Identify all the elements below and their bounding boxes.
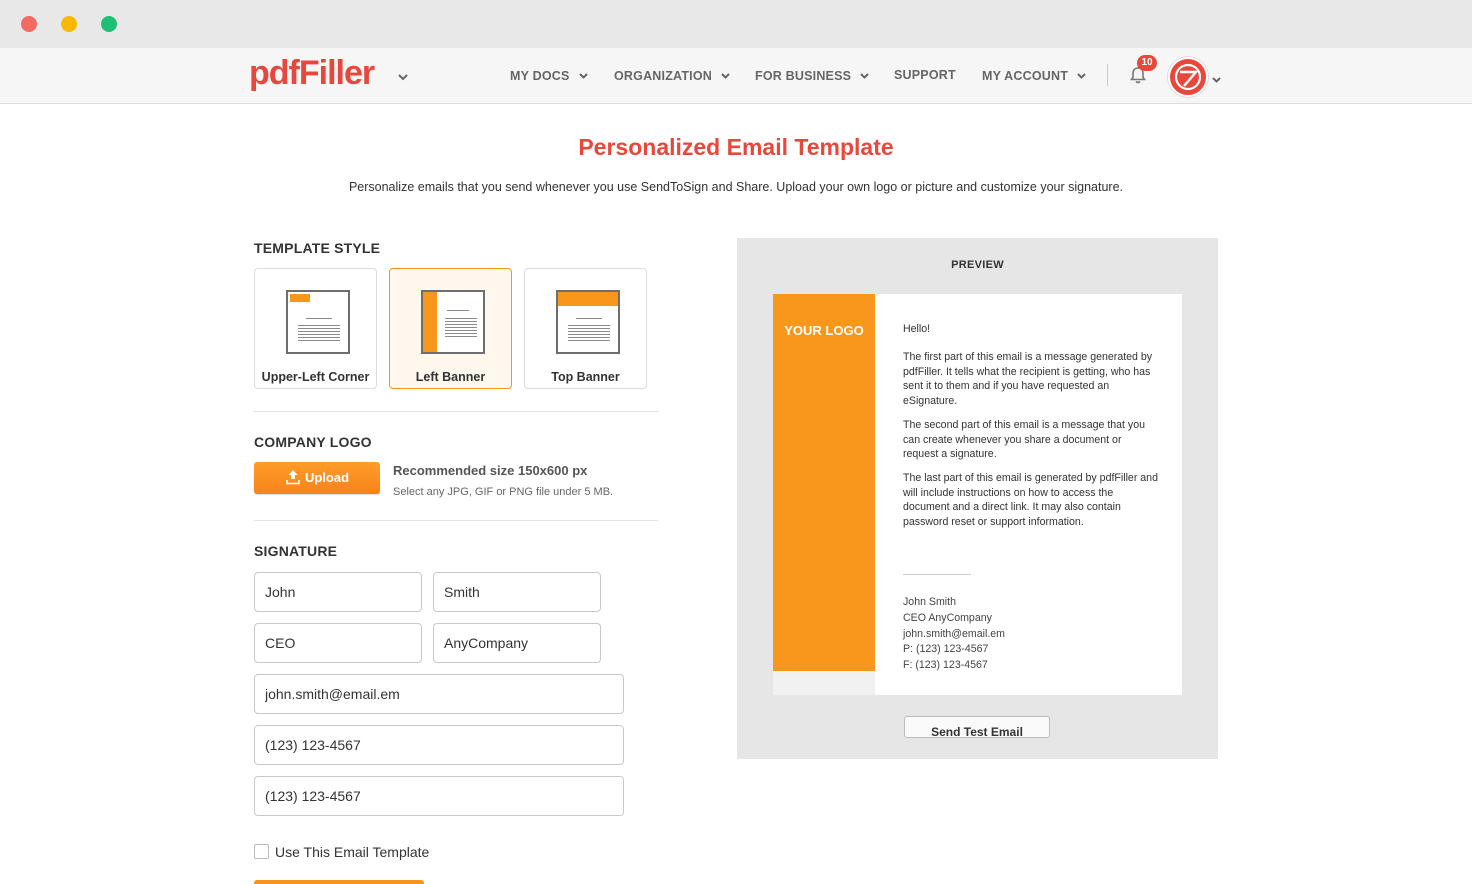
email-paragraph-2: The second part of this email is a messa… <box>903 419 1146 460</box>
use-template-checkbox[interactable] <box>254 844 269 859</box>
logo-placeholder: YOUR LOGO <box>784 323 864 338</box>
signature-title: CEO AnyCompany <box>903 612 992 624</box>
nav-my-docs-label: MY DOCS <box>510 69 570 83</box>
fax-input[interactable] <box>254 776 624 816</box>
chevron-down-icon <box>721 68 730 82</box>
nav-my-account-label: MY ACCOUNT <box>982 69 1069 83</box>
phone-input[interactable] <box>254 725 624 765</box>
page-title: Personalized Email Template <box>578 134 894 160</box>
email-paragraph-3: The last part of this email is generated… <box>903 472 1158 528</box>
nav-organization-label: ORGANIZATION <box>614 69 712 83</box>
page-subtitle: Personalize emails that you send wheneve… <box>348 180 1124 194</box>
nav-for-business[interactable]: FOR BUSINESS <box>755 68 869 83</box>
logo-banner: YOUR LOGO <box>773 294 875 671</box>
template-option-upper-left-corner[interactable]: Upper-Left Corner <box>254 268 377 389</box>
template-option-label: Left Banner <box>415 370 486 384</box>
signature-fax: F: (123) 123-4567 <box>903 659 988 671</box>
email-input[interactable] <box>254 674 624 714</box>
template-option-top-banner[interactable]: Top Banner <box>524 268 647 389</box>
email-greeting: Hello! <box>903 323 931 335</box>
window-titlebar <box>0 0 1472 48</box>
nav-for-business-label: FOR BUSINESS <box>755 69 852 83</box>
last-name-input[interactable] <box>433 572 601 612</box>
signature-name: John Smith <box>903 596 956 608</box>
use-template-label[interactable]: Use This Email Template <box>275 844 429 860</box>
email-preview: YOUR LOGO Hello! The first part of this … <box>773 294 1182 695</box>
nav-support-label: SUPPORT <box>894 68 956 82</box>
nav-divider <box>1107 64 1108 86</box>
recommended-size-text: Recommended size 150x600 px <box>393 463 588 478</box>
upload-icon <box>286 470 300 485</box>
chevron-down-icon[interactable] <box>398 68 408 86</box>
company-logo-heading: COMPANY LOGO <box>254 434 372 450</box>
template-option-label: Upper-Left Corner <box>261 370 370 384</box>
notification-badge: 10 <box>1137 55 1157 71</box>
nav-organization[interactable]: ORGANIZATION <box>614 68 730 83</box>
pdffiller-logo[interactable]: pdfFiller <box>249 54 375 93</box>
chevron-down-icon <box>578 68 588 82</box>
upper-left-corner-thumbnail <box>286 290 350 354</box>
template-option-left-banner[interactable]: Left Banner <box>389 268 512 389</box>
left-banner-thumbnail <box>421 290 485 354</box>
upload-button-label: Upload <box>304 470 350 485</box>
send-test-email-button[interactable]: Send Test Email <box>904 716 1050 738</box>
top-banner-thumbnail <box>556 290 620 354</box>
maximize-window-button[interactable] <box>101 16 117 32</box>
nav-my-docs[interactable]: MY DOCS <box>510 68 588 83</box>
company-input[interactable] <box>433 623 601 663</box>
chevron-down-icon <box>860 68 869 82</box>
chevron-down-icon[interactable] <box>1212 70 1221 88</box>
signature-heading: SIGNATURE <box>254 543 338 559</box>
nav-my-account[interactable]: MY ACCOUNT <box>982 68 1086 83</box>
signature-email: john.smith@email.em <box>903 628 1006 640</box>
signature-divider <box>903 574 971 575</box>
save-button[interactable] <box>254 880 424 884</box>
email-paragraph-1: The first part of this email is a messag… <box>903 351 1153 407</box>
upload-logo-button[interactable]: Upload <box>254 462 380 494</box>
file-requirements-text: Select any JPG, GIF or PNG file under 5 … <box>393 486 614 498</box>
nav-support[interactable]: SUPPORT <box>894 68 956 82</box>
template-option-label: Top Banner <box>551 370 620 384</box>
banner-footer <box>773 671 875 695</box>
avatar[interactable] <box>1168 57 1208 97</box>
chevron-down-icon <box>1077 68 1086 82</box>
close-window-button[interactable] <box>21 16 37 32</box>
section-divider <box>254 411 658 412</box>
section-divider <box>254 520 658 521</box>
email-preview-panel: PREVIEW YOUR LOGO Hello! The first part … <box>737 238 1218 759</box>
signature-phone: P: (123) 123-4567 <box>903 643 989 655</box>
top-navigation-bar: pdfFiller MY DOCS ORGANIZATION FOR BUSIN… <box>0 48 1472 104</box>
first-name-input[interactable] <box>254 572 422 612</box>
minimize-window-button[interactable] <box>61 16 77 32</box>
preview-heading: PREVIEW <box>951 259 1004 271</box>
template-style-heading: TEMPLATE STYLE <box>254 240 381 256</box>
job-title-input[interactable] <box>254 623 422 663</box>
